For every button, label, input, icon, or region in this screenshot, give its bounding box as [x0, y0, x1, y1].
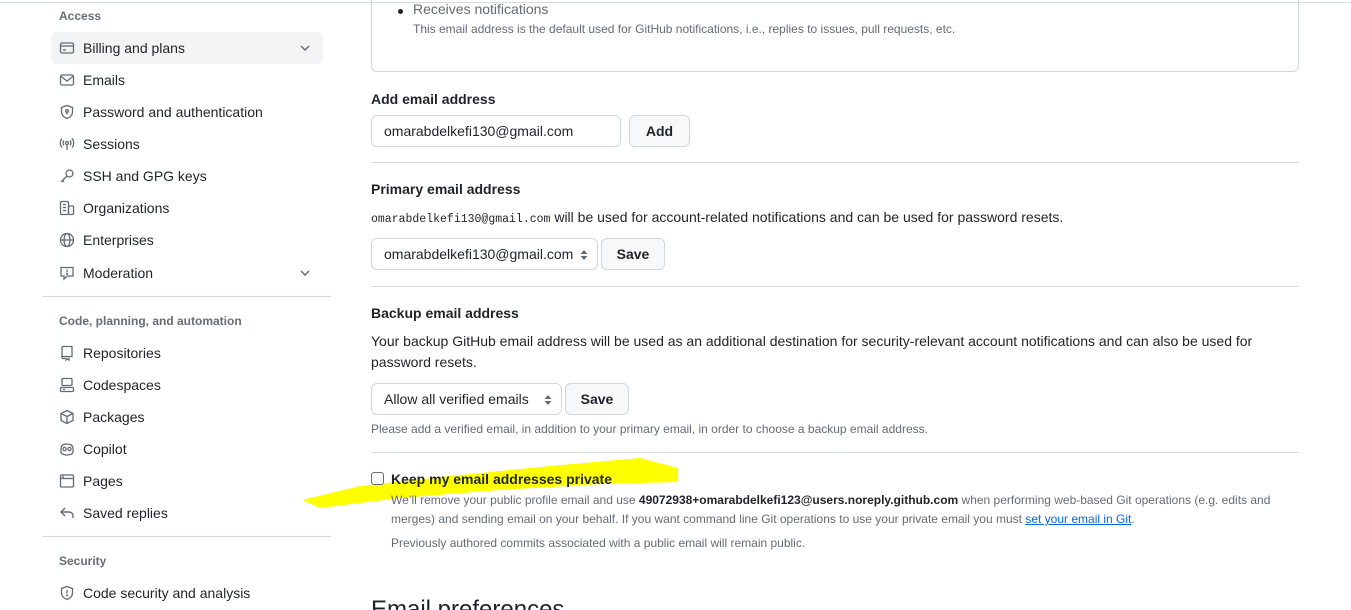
primary-email-select[interactable]: omarabdelkefi130@gmail.com — [371, 238, 598, 270]
add-email-heading: Add email address — [371, 91, 496, 107]
chevron-down-icon[interactable] — [297, 40, 313, 56]
sidebar-item-codespaces[interactable]: Codespaces — [51, 369, 323, 401]
backup-email-select[interactable]: Allow all verified emails — [371, 383, 562, 415]
sidebar-divider — [43, 536, 331, 537]
shield-lock-icon — [59, 104, 75, 120]
sidebar-item-label: Sessions — [83, 136, 140, 152]
sidebar-item-label: Pages — [83, 473, 123, 489]
keep-email-private-checkbox[interactable] — [371, 472, 384, 485]
primary-email-save-button[interactable]: Save — [601, 238, 665, 270]
credit-card-icon — [59, 40, 75, 56]
sidebar-item-emails[interactable]: Emails — [51, 64, 323, 96]
section-divider — [371, 286, 1299, 287]
chevron-down-icon[interactable] — [297, 265, 313, 281]
sidebar-item-organizations[interactable]: Organizations — [51, 192, 323, 224]
mail-icon — [59, 72, 75, 88]
desc-text: . — [1131, 512, 1135, 526]
primary-email-desc: omarabdelkefi130@gmail.com will be used … — [371, 207, 1063, 230]
sidebar-item-label: Password and authentication — [83, 104, 263, 120]
sidebar-item-password[interactable]: Password and authentication — [51, 96, 323, 128]
keep-email-private-label[interactable]: Keep my email addresses private — [391, 471, 612, 487]
section-divider — [371, 162, 1299, 163]
keep-email-private-desc: We’ll remove your public profile email a… — [391, 491, 1291, 529]
sidebar-item-label: Codespaces — [83, 377, 161, 393]
organization-icon — [59, 200, 75, 216]
sidebar-item-label: Moderation — [83, 265, 154, 281]
keep-email-private-note: Previously authored commits associated w… — [391, 536, 806, 550]
sidebar-item-moderation[interactable]: Moderation — [51, 257, 323, 289]
package-icon — [59, 409, 75, 425]
repo-icon — [59, 345, 75, 361]
backup-email-selected: Allow all verified emails — [384, 391, 529, 407]
key-icon — [59, 168, 75, 184]
broadcast-icon — [59, 136, 75, 152]
sidebar-item-label: Repositories — [83, 345, 161, 361]
browser-icon — [59, 473, 75, 489]
sidebar-item-packages[interactable]: Packages — [51, 401, 323, 433]
sidebar-item-label: SSH and GPG keys — [83, 168, 207, 184]
add-email-button[interactable]: Add — [629, 115, 690, 147]
sidebar-item-label: Billing and plans — [83, 40, 185, 56]
select-arrows-icon — [544, 395, 552, 405]
receives-notifications-title: Receives notifications — [413, 1, 549, 17]
sidebar-item-ssh-gpg[interactable]: SSH and GPG keys — [51, 160, 323, 192]
desc-text: We’ll remove your public profile email a… — [391, 493, 639, 507]
sidebar-item-label: Copilot — [83, 441, 127, 457]
sidebar-item-pages[interactable]: Pages — [51, 465, 323, 497]
noreply-email: 49072938+omarabdelkefi123@users.noreply.… — [638, 493, 959, 507]
sidebar-divider — [43, 296, 331, 297]
email-list-box: Receives notifications This email addres… — [371, 0, 1299, 72]
primary-email-heading: Primary email address — [371, 181, 521, 197]
primary-email-code: omarabdelkefi130@gmail.com — [371, 213, 551, 226]
primary-email-desc-text: will be used for account-related notific… — [550, 209, 1064, 225]
set-email-in-git-link[interactable]: set your email in Git — [1025, 512, 1131, 526]
sidebar-item-enterprises[interactable]: Enterprises — [51, 224, 323, 256]
shield-icon — [59, 585, 75, 601]
email-preferences-heading: Email preferences — [371, 596, 565, 610]
access-heading: Access — [59, 9, 102, 23]
report-icon — [59, 265, 75, 281]
add-email-input[interactable] — [371, 115, 621, 147]
bullet-dot — [398, 9, 403, 14]
sidebar-item-label: Code security and analysis — [83, 585, 251, 601]
backup-email-save-button[interactable]: Save — [565, 383, 629, 415]
security-heading: Security — [59, 554, 107, 568]
sidebar-item-label: Organizations — [83, 200, 170, 216]
sidebar-item-label: Saved replies — [83, 505, 168, 521]
reply-icon — [59, 505, 75, 521]
sidebar-item-label: Packages — [83, 409, 145, 425]
sidebar-item-copilot[interactable]: Copilot — [51, 433, 323, 465]
globe-icon — [59, 232, 75, 248]
primary-email-selected: omarabdelkefi130@gmail.com — [384, 246, 574, 262]
backup-email-desc: Your backup GitHub email address will be… — [371, 333, 1253, 370]
sidebar-item-label: Enterprises — [83, 232, 154, 248]
receives-notifications-desc: This email address is the default used f… — [413, 22, 956, 36]
backup-email-heading: Backup email address — [371, 305, 519, 321]
code-planning-heading: Code, planning, and automation — [59, 314, 242, 328]
sidebar-item-repositories[interactable]: Repositories — [51, 337, 323, 369]
copilot-icon — [59, 441, 75, 457]
sidebar-item-billing[interactable]: Billing and plans — [51, 32, 323, 64]
select-arrows-icon — [580, 250, 588, 260]
backup-email-note: Please add a verified email, in addition… — [371, 422, 928, 436]
sidebar-item-saved-replies[interactable]: Saved replies — [51, 497, 323, 529]
sidebar-item-sessions[interactable]: Sessions — [51, 128, 323, 160]
sidebar-item-code-security[interactable]: Code security and analysis — [51, 577, 323, 609]
sidebar-item-label: Emails — [83, 72, 126, 88]
codespaces-icon — [59, 377, 75, 393]
